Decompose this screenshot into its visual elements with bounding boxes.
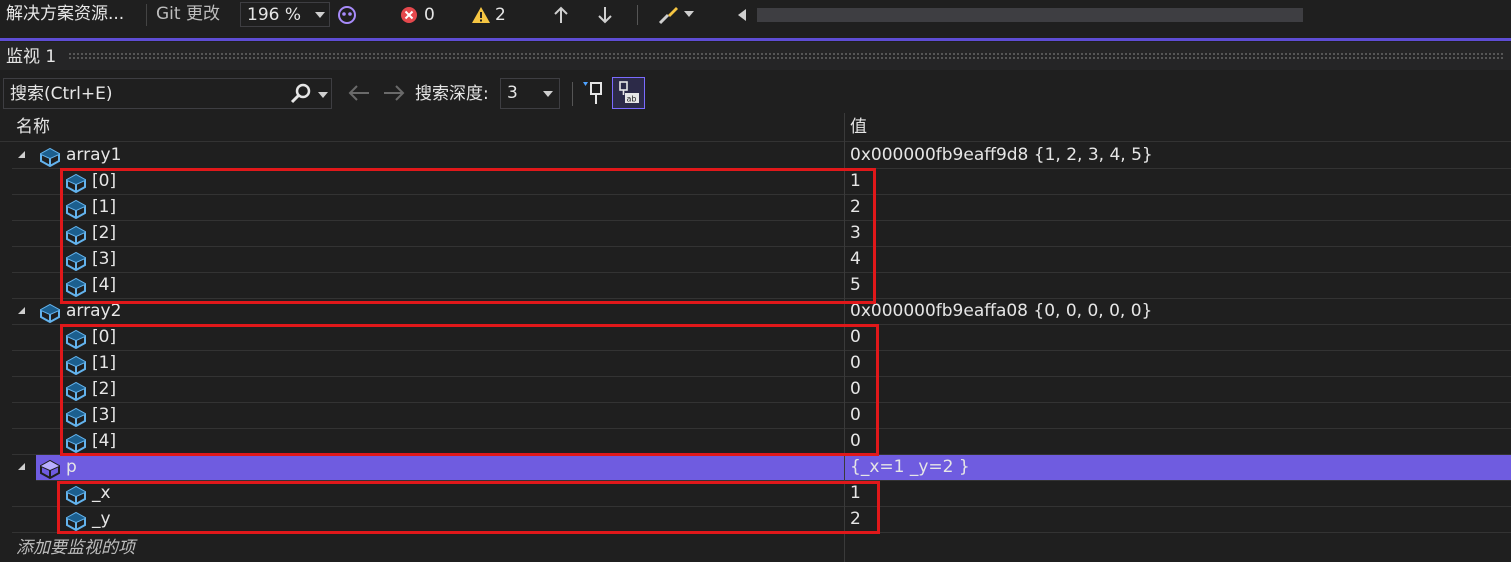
horizontal-scrollbar[interactable] <box>757 8 1303 22</box>
watch-row[interactable]: array1 0x000000fb9eaff9d8 {1, 2, 3, 4, 5} <box>12 143 1511 169</box>
brush-icon[interactable] <box>656 3 680 27</box>
pin-tree-icon: ab <box>619 81 639 104</box>
search-depth-value: 3 <box>507 83 518 103</box>
chevron-down-icon <box>315 12 325 18</box>
watch-name: p <box>66 457 77 477</box>
highlight-box-array1-elements <box>60 168 876 304</box>
tab-git-changes[interactable]: Git 更改 <box>150 0 226 28</box>
collapse-triangle-icon[interactable] <box>18 307 25 314</box>
watch-value[interactable]: 0x000000fb9eaffa08 {0, 0, 0, 0, 0} <box>850 299 1152 324</box>
collapse-triangle-icon[interactable] <box>18 151 25 158</box>
variable-icon <box>38 301 62 324</box>
arrow-down-icon[interactable] <box>596 5 614 25</box>
warning-icon[interactable] <box>471 6 491 24</box>
grid-header <box>0 113 1511 142</box>
chevron-down-icon[interactable] <box>318 92 328 98</box>
column-header-name[interactable]: 名称 <box>16 115 50 140</box>
forward-arrow-icon[interactable] <box>382 84 406 102</box>
toolbar-divider <box>572 82 573 106</box>
arrow-up-icon[interactable] <box>552 5 570 25</box>
watch-value[interactable]: {_x=1 _y=2 } <box>850 455 970 480</box>
watch-value[interactable]: 0x000000fb9eaff9d8 {1, 2, 3, 4, 5} <box>850 143 1153 168</box>
search-placeholder: 搜索(Ctrl+E) <box>10 84 113 104</box>
warning-count: 2 <box>495 5 506 25</box>
back-arrow-icon[interactable] <box>347 84 371 102</box>
accent-divider <box>0 38 1511 41</box>
zoom-value: 196 % <box>247 5 302 25</box>
search-depth-label: 搜索深度: <box>415 84 489 104</box>
error-count: 0 <box>424 5 435 25</box>
svg-text:ab: ab <box>627 95 637 104</box>
panel-title: 监视 1 <box>6 47 57 67</box>
scroll-left-icon[interactable] <box>738 9 746 21</box>
chevron-down-icon[interactable] <box>684 11 694 17</box>
collapse-triangle-icon[interactable] <box>18 463 25 470</box>
variable-icon <box>38 457 62 480</box>
panel-grip[interactable] <box>68 52 1504 60</box>
toolbar-divider <box>637 5 638 25</box>
watch-name: array1 <box>66 145 122 165</box>
copilot-icon[interactable] <box>336 4 358 26</box>
pin-icon[interactable] <box>582 80 606 106</box>
highlight-box-p-members <box>57 481 880 534</box>
add-watch-placeholder: 添加要监视的项 <box>16 538 135 558</box>
watch-row[interactable]: p {_x=1 _y=2 } <box>18 455 1511 481</box>
zoom-select[interactable]: 196 % <box>240 2 330 27</box>
tab-solution-explorer[interactable]: 解决方案资源... <box>0 0 130 28</box>
search-icon[interactable] <box>290 83 312 105</box>
variable-icon <box>38 145 62 168</box>
tab-divider <box>146 4 147 26</box>
search-depth-select[interactable]: 3 <box>500 78 560 109</box>
column-header-value[interactable]: 值 <box>850 115 867 140</box>
highlight-box-array2-elements <box>60 324 879 456</box>
add-watch-row[interactable] <box>12 536 1511 562</box>
view-pin-button[interactable]: ab <box>612 77 645 109</box>
error-icon[interactable] <box>400 6 418 24</box>
chevron-down-icon <box>543 91 553 97</box>
